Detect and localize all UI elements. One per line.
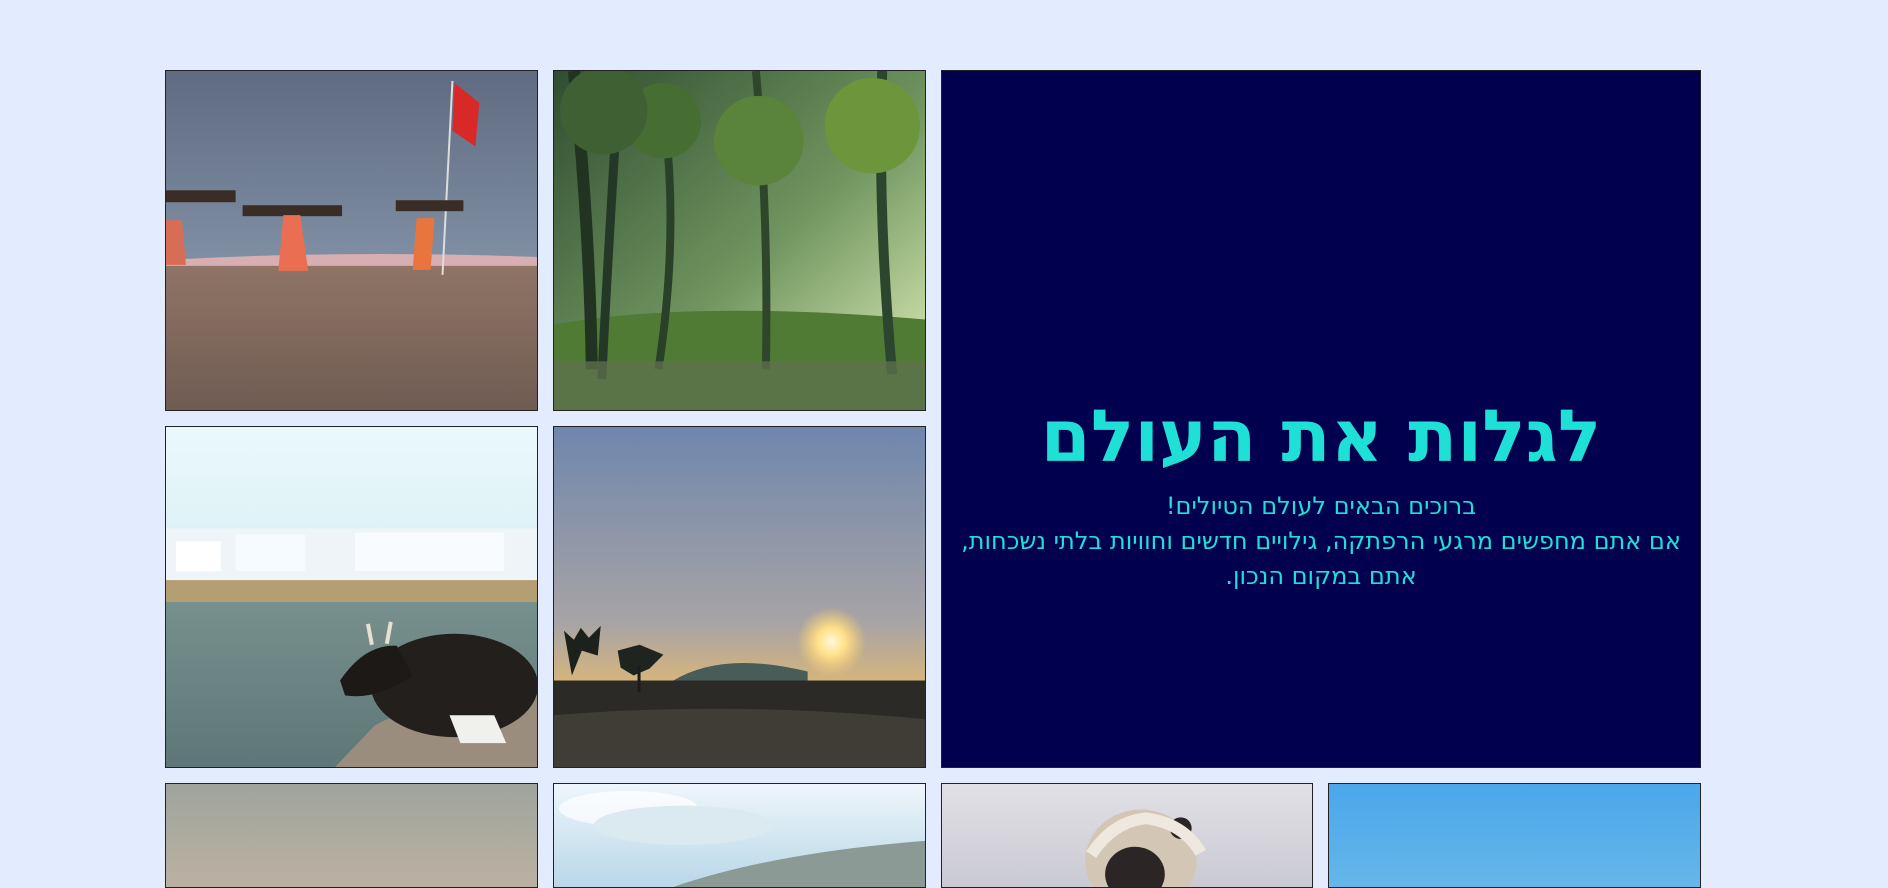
photo-mountain-sky[interactable] — [553, 783, 926, 888]
page-title: לגלות את העולם — [1040, 394, 1602, 478]
hero-line-2: אם אתם מחפשים מרגעי הרפתקה, גילויים חדשי… — [961, 527, 1681, 555]
beach-image — [166, 71, 537, 410]
hero-description: ברוכים הבאים לעולם הטיולים! אם אתם מחפשי… — [942, 489, 1700, 594]
palm-forest-image — [554, 71, 925, 410]
photo-sunset-mudflat[interactable] — [553, 426, 926, 768]
hazy-landscape-image — [166, 784, 537, 887]
photo-beach-women-carrying-wood[interactable] — [165, 70, 538, 411]
photo-blue-sky[interactable] — [1328, 783, 1701, 888]
mountain-sky-image — [554, 784, 925, 887]
photo-monkey[interactable] — [941, 783, 1313, 888]
hero-line-3: אתם במקום הנכון. — [1225, 562, 1417, 590]
sunset-image — [554, 427, 925, 767]
blue-sky-image — [1329, 784, 1700, 887]
monkey-image — [942, 784, 1312, 887]
hero-panel: לגלות את העולם ברוכים הבאים לעולם הטיולי… — [941, 70, 1701, 768]
hero-line-1: ברוכים הבאים לעולם הטיולים! — [1165, 492, 1477, 520]
photo-hazy-landscape[interactable] — [165, 783, 538, 888]
lake-cow-image — [166, 427, 537, 767]
photo-lake-town-cow[interactable] — [165, 426, 538, 768]
photo-palm-forest[interactable] — [553, 70, 926, 411]
